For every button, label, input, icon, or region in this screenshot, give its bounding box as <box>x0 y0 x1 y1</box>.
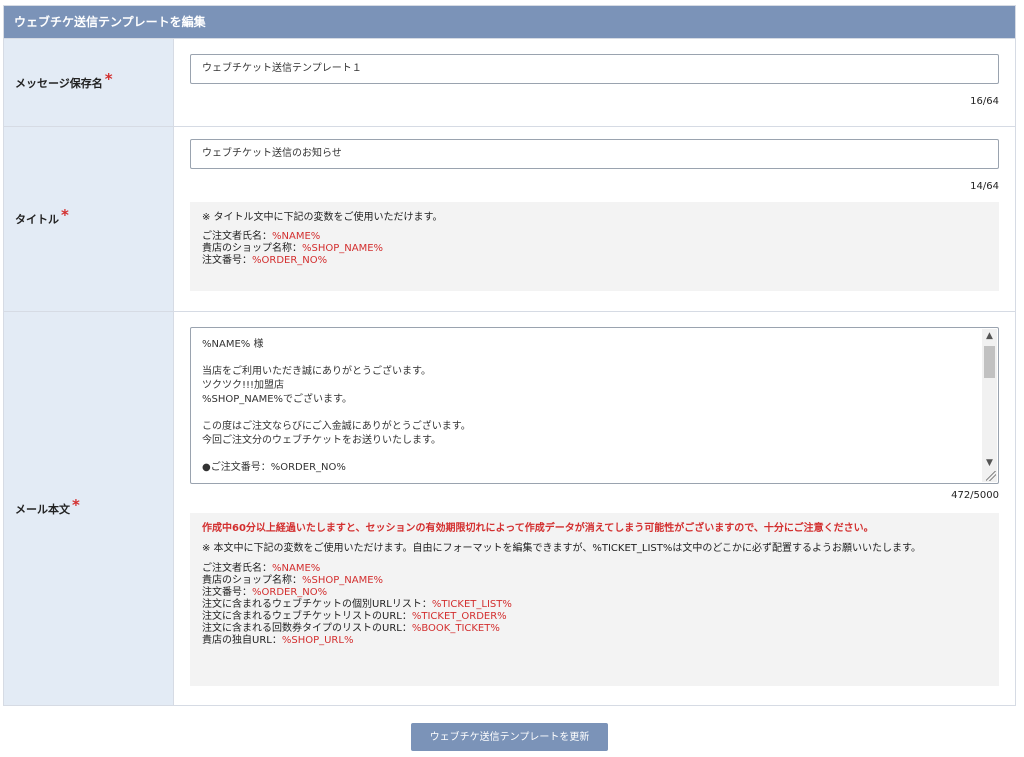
save-name-label: メッセージ保存名 <box>15 76 103 90</box>
body-notice-intro: ※ 本文中に下記の変数をご使用いただけます。自由にフォーマットを編集できますが、… <box>202 543 922 554</box>
title-counter: 14/64 <box>970 181 999 192</box>
session-warning: 作成中60分以上経過いたしますと、セッションの有効期限切れによって作成データが消… <box>202 523 874 534</box>
title-label-cell: タイトル * <box>4 127 174 311</box>
scroll-thumb[interactable] <box>984 346 995 378</box>
required-mark: * <box>61 206 69 224</box>
save-name-label-cell: メッセージ保存名 * <box>4 39 174 126</box>
variable-line: ご注文者氏名：%NAME% <box>202 231 321 242</box>
title-label: タイトル <box>15 213 59 226</box>
variable-line: 注文に含まれるウェブチケットの個別URLリスト：%TICKET_LIST% <box>202 599 512 610</box>
body-content: %NAME% 様 当店をご利用いただき誠にありがとうございます。 ツクツク!!!… <box>174 312 1015 705</box>
title-row: タイトル * ウェブチケット送信のお知らせ 14/64 ※ タイトル文中に下記の変… <box>4 126 1015 311</box>
body-label: メール本文 <box>15 502 70 516</box>
variable-token: %TICKET_LIST% <box>431 599 512 610</box>
variable-line: 貴店のショップ名称：%SHOP_NAME% <box>202 575 384 586</box>
body-counter: 472/5000 <box>951 490 999 501</box>
variable-line: 貴店のショップ名称：%SHOP_NAME% <box>202 243 384 254</box>
variable-token: %BOOK_TICKET% <box>411 623 500 634</box>
variable-line: 注文に含まれる回数券タイプのリストのURL：%BOOK_TICKET% <box>202 623 500 634</box>
variable-line: 注文番号：%ORDER_NO% <box>202 255 328 266</box>
body-variable-notice: 作成中60分以上経過いたしますと、セッションの有効期限切れによって作成データが消… <box>190 513 999 686</box>
variable-token: %ORDER_NO% <box>252 255 328 266</box>
variable-line: ご注文者氏名：%NAME% <box>202 563 321 574</box>
body-textarea[interactable]: %NAME% 様 当店をご利用いただき誠にありがとうございます。 ツクツク!!!… <box>190 327 999 484</box>
variable-token: %TICKET_ORDER% <box>411 611 507 622</box>
edit-template-panel: ウェブチケ送信テンプレートを編集 メッセージ保存名 * ウェブチケット送信テンプレ… <box>3 5 1016 706</box>
save-name-row: メッセージ保存名 * ウェブチケット送信テンプレート１ 16/64 <box>4 38 1015 126</box>
resize-grip-icon[interactable] <box>986 471 996 481</box>
title-input[interactable]: ウェブチケット送信のお知らせ <box>190 139 999 169</box>
variable-line: 注文に含まれるウェブチケットリストのURL：%TICKET_ORDER% <box>202 611 507 622</box>
variable-token: %SHOP_NAME% <box>302 243 384 254</box>
body-scrollbar[interactable]: ▲ ▼ <box>982 329 997 482</box>
save-name-content: ウェブチケット送信テンプレート１ 16/64 <box>174 39 1015 126</box>
required-mark: * <box>72 495 80 514</box>
variable-token: %SHOP_URL% <box>281 635 354 646</box>
body-label-cell: メール本文 * <box>4 312 174 705</box>
body-row: メール本文 * %NAME% 様 当店をご利用いただき誠にありがとうございます。 … <box>4 311 1015 705</box>
variable-line: 注文番号：%ORDER_NO% <box>202 587 328 598</box>
scroll-up-icon[interactable]: ▲ <box>982 329 997 343</box>
variable-line: 貴店の独自URL：%SHOP_URL% <box>202 635 354 646</box>
body-text: %NAME% 様 当店をご利用いただき誠にありがとうございます。 ツクツク!!!… <box>202 339 471 474</box>
variable-token: %NAME% <box>272 231 321 242</box>
variable-token: %NAME% <box>272 563 321 574</box>
variable-token: %SHOP_NAME% <box>302 575 384 586</box>
title-content: ウェブチケット送信のお知らせ 14/64 ※ タイトル文中に下記の変数をご使用い… <box>174 127 1015 311</box>
save-name-input[interactable]: ウェブチケット送信テンプレート１ <box>190 54 999 84</box>
title-variable-notice: ※ タイトル文中に下記の変数をご使用いただけます。 ご注文者氏名：%NAME% … <box>190 202 999 291</box>
panel-header: ウェブチケ送信テンプレートを編集 <box>4 6 1015 38</box>
update-template-button[interactable]: ウェブチケ送信テンプレートを更新 <box>411 723 608 751</box>
required-mark: * <box>104 69 113 88</box>
variable-token: %ORDER_NO% <box>252 587 328 598</box>
title-notice-intro: ※ タイトル文中に下記の変数をご使用いただけます。 <box>202 212 443 223</box>
save-name-counter: 16/64 <box>970 96 999 107</box>
scroll-down-icon[interactable]: ▼ <box>982 456 997 470</box>
